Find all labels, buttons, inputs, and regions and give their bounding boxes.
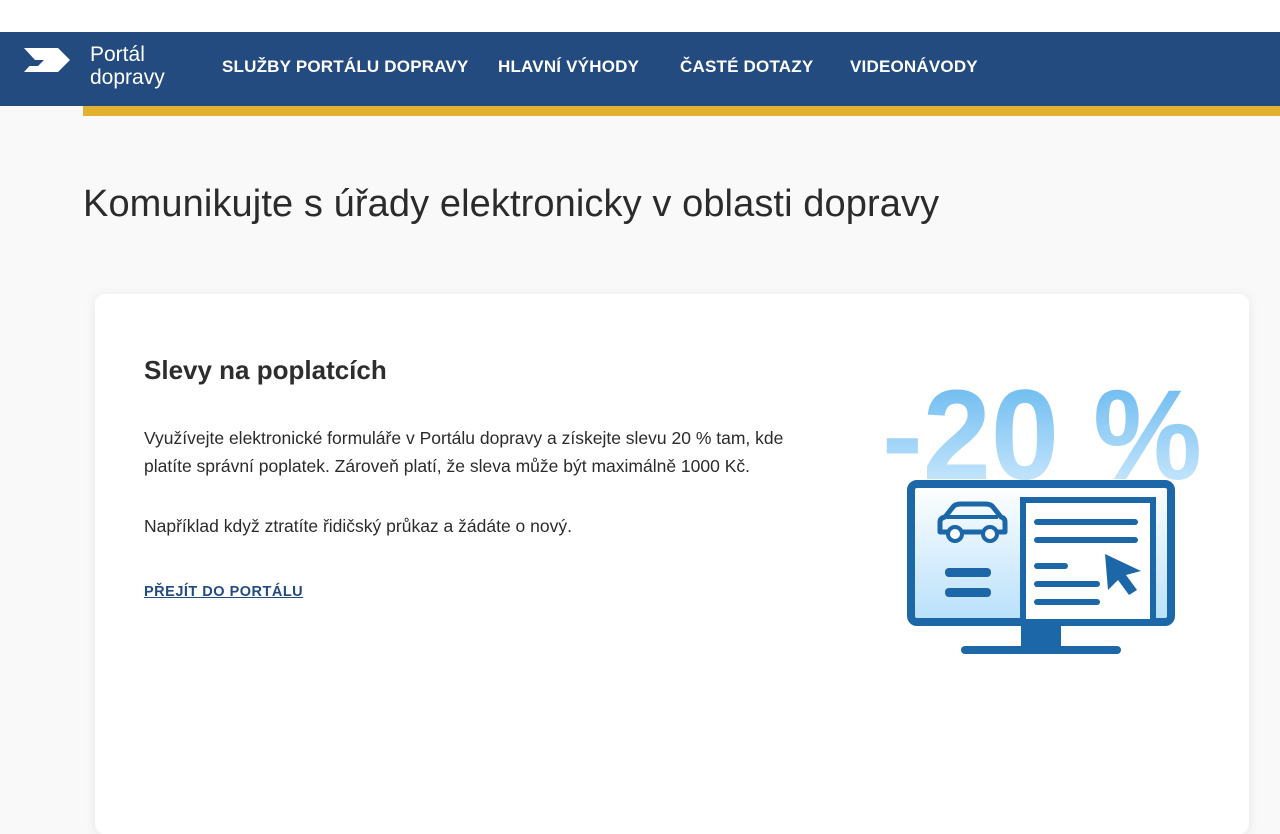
portal-logo-icon: [24, 48, 70, 72]
logo-text-line2: dopravy: [90, 66, 165, 89]
top-white-strip: [0, 0, 1280, 32]
nav-item-video-guides[interactable]: VIDEONÁVODY: [850, 57, 978, 77]
logo-text-line1: Portál: [90, 43, 145, 66]
nav-item-services[interactable]: SLUŽBY PORTÁLU DOPRAVY: [222, 57, 469, 77]
accent-bar: [83, 106, 1280, 116]
main-navbar: [0, 32, 1280, 106]
card-paragraph-example: Například když ztratíte řidičský průkaz …: [144, 516, 572, 536]
nav-item-faq[interactable]: ČASTÉ DOTAZY: [680, 57, 813, 77]
discount-card: Slevy na poplatcích Využívejte elektroni…: [95, 294, 1249, 834]
discount-illustration: -20 %: [882, 364, 1202, 654]
page-title: Komunikujte s úřady elektronicky v oblas…: [83, 183, 940, 225]
logo-text: Portál dopravy: [90, 43, 165, 89]
nav-item-benefits[interactable]: HLAVNÍ VÝHODY: [498, 57, 639, 77]
card-paragraph-discount: Využívejte elektronické formuláře v Port…: [144, 428, 784, 476]
go-to-portal-link[interactable]: PŘEJÍT DO PORTÁLU: [144, 584, 303, 600]
site-logo-link[interactable]: Portál dopravy: [22, 40, 165, 89]
card-heading: Slevy na poplatcích: [144, 355, 387, 385]
